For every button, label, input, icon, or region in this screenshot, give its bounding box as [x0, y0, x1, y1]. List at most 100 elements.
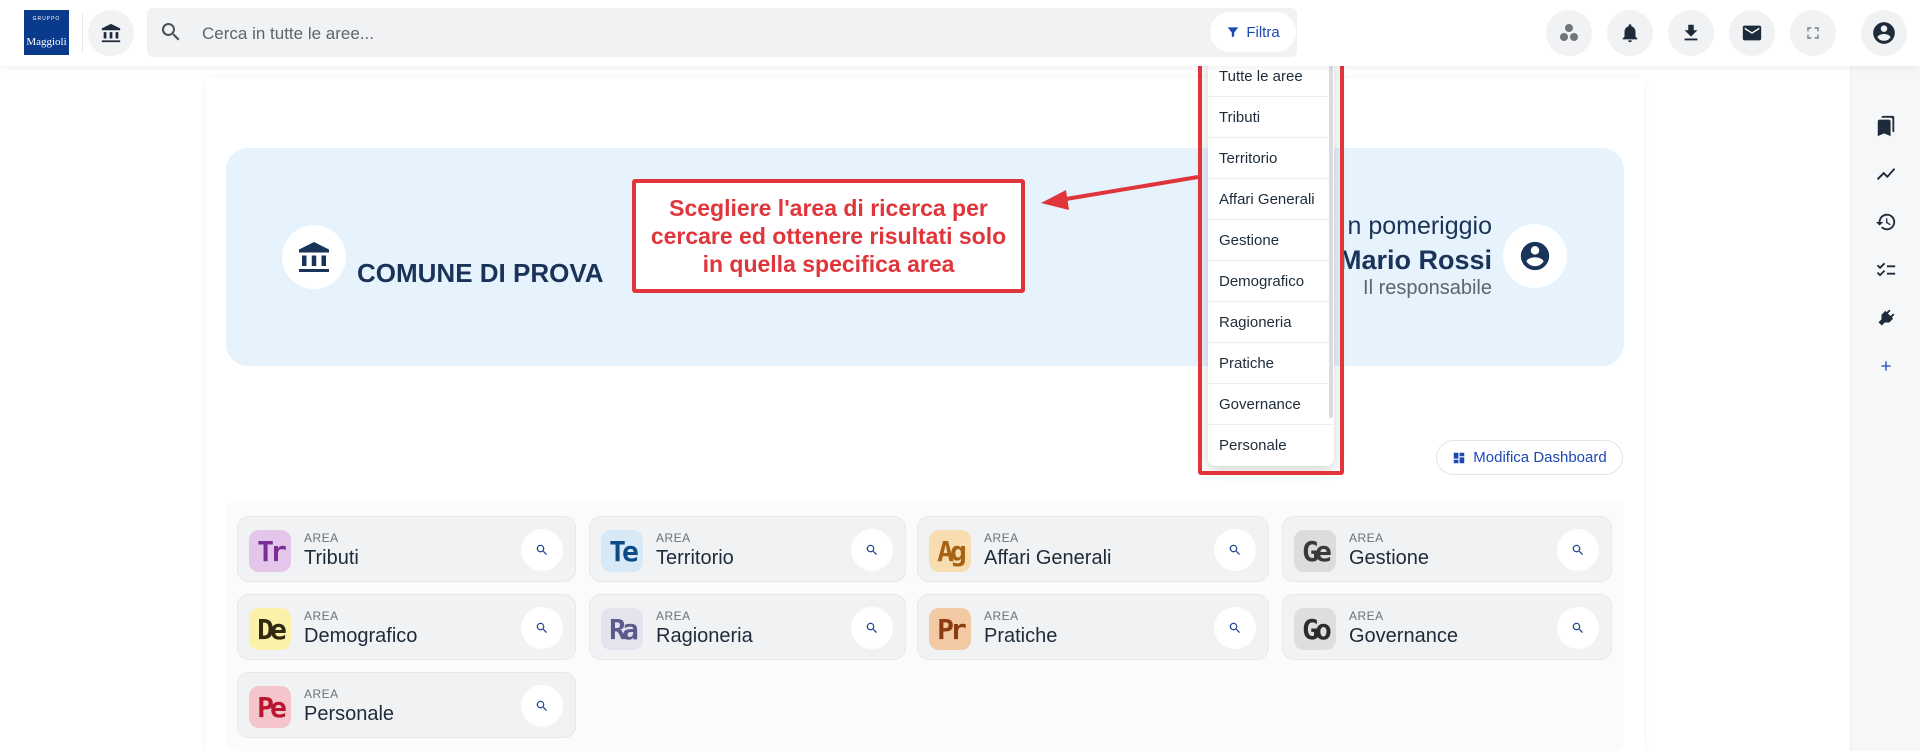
area-name: Affari Generali: [984, 547, 1112, 569]
area-badge: Tr: [249, 530, 291, 572]
mail-button[interactable]: [1729, 10, 1775, 56]
search-icon: [866, 622, 877, 633]
comune-name: COMUNE DI PROVA: [357, 258, 604, 288]
area-search-button[interactable]: [1214, 529, 1256, 571]
fullscreen-button[interactable]: [1790, 10, 1836, 56]
area-search-button[interactable]: [521, 685, 563, 727]
area-tile-pratiche[interactable]: Pr AREA Pratiche: [917, 594, 1269, 660]
user-role: Il responsabile: [1363, 277, 1492, 299]
area-badge: Pe: [249, 686, 291, 728]
annotation-line-2: cercare ed ottenere risultati solo: [650, 223, 1007, 249]
area-badge: De: [249, 608, 291, 650]
area-tile-gestione[interactable]: Ge AREA Gestione: [1282, 516, 1612, 582]
bookmarks-icon[interactable]: [1874, 114, 1898, 138]
apps-button[interactable]: [1546, 10, 1592, 56]
area-badge: Ge: [1294, 530, 1336, 572]
search-icon: [1572, 544, 1583, 555]
institution-button[interactable]: [88, 10, 134, 56]
add-icon[interactable]: [1874, 354, 1898, 378]
area-tile-governance[interactable]: Go AREA Governance: [1282, 594, 1612, 660]
annotation-highlight-box: [1198, 6, 1344, 475]
area-tile-demografico[interactable]: De AREA Demografico: [237, 594, 576, 660]
area-caption: AREA: [1349, 609, 1384, 623]
area-tile-ragioneria[interactable]: Ra AREA Ragioneria: [589, 594, 906, 660]
institution-icon: [101, 23, 121, 43]
area-caption: AREA: [304, 609, 339, 623]
logo-small-text: GRUPPO: [32, 16, 61, 22]
search-bar[interactable]: Cerca in tutte le aree...: [147, 8, 1297, 57]
area-tile-tributi[interactable]: Tr AREA Tributi: [237, 516, 576, 582]
logo-text: Maggioli: [26, 36, 67, 48]
area-caption: AREA: [304, 687, 339, 701]
annotation-line-3: in quella specifica area: [702, 251, 955, 277]
search-icon: [1229, 544, 1240, 555]
user-avatar[interactable]: [1503, 224, 1567, 288]
history-icon[interactable]: [1874, 210, 1898, 234]
search-input[interactable]: Cerca in tutte le aree...: [202, 24, 374, 44]
area-search-button[interactable]: [521, 607, 563, 649]
area-badge: Pr: [929, 608, 971, 650]
area-name: Pratiche: [984, 625, 1058, 647]
area-name: Governance: [1349, 625, 1458, 647]
area-caption: AREA: [656, 609, 691, 623]
area-search-button[interactable]: [1557, 529, 1599, 571]
search-icon: [536, 544, 547, 555]
bell-icon: [1622, 24, 1638, 43]
search-icon: [1572, 622, 1583, 633]
fullscreen-icon: [1807, 27, 1819, 39]
filter-button[interactable]: Filtra: [1210, 12, 1296, 52]
trending-icon[interactable]: [1874, 162, 1898, 186]
right-sidebar: [1850, 66, 1920, 751]
area-name: Demografico: [304, 625, 418, 647]
download-button[interactable]: [1668, 10, 1714, 56]
area-badge: Te: [601, 530, 643, 572]
area-tile-territorio[interactable]: Te AREA Territorio: [589, 516, 906, 582]
area-tile-affari-generali[interactable]: Ag AREA Affari Generali: [917, 516, 1269, 582]
area-search-button[interactable]: [1214, 607, 1256, 649]
top-bar: GRUPPO Maggioli Cerca in tutte le aree..…: [0, 0, 1920, 66]
divider: [82, 14, 83, 52]
area-badge: Ra: [601, 608, 643, 650]
area-caption: AREA: [656, 531, 691, 545]
edit-dashboard-button[interactable]: Modifica Dashboard: [1436, 440, 1623, 475]
edit-dashboard-label: Modifica Dashboard: [1473, 449, 1607, 466]
area-search-button[interactable]: [851, 529, 893, 571]
area-name: Personale: [304, 703, 395, 725]
area-search-button[interactable]: [1557, 607, 1599, 649]
notifications-button[interactable]: [1607, 10, 1653, 56]
mail-icon: [1742, 25, 1762, 41]
filter-label: Filtra: [1246, 23, 1280, 41]
area-caption: AREA: [1349, 531, 1384, 545]
area-name: Territorio: [656, 547, 734, 569]
comune-avatar: [282, 225, 346, 289]
area-name: Ragioneria: [656, 625, 753, 647]
account-icon: [1873, 22, 1895, 44]
search-icon: [536, 700, 547, 711]
area-tile-personale[interactable]: Pe AREA Personale: [237, 672, 576, 738]
area-search-button[interactable]: [851, 607, 893, 649]
annotation-line-1: Scegliere l'area di ricerca per: [669, 195, 988, 221]
search-icon: [1229, 622, 1240, 633]
download-icon: [1684, 24, 1698, 41]
search-icon: [866, 544, 877, 555]
area-name: Tributi: [304, 547, 359, 569]
annotation-callout: Scegliere l'area di ricerca per cercare …: [632, 179, 1025, 293]
account-button[interactable]: [1861, 10, 1907, 56]
user-name: Mario Rossi: [1338, 245, 1492, 275]
area-search-button[interactable]: [521, 529, 563, 571]
area-name: Gestione: [1349, 547, 1430, 569]
checklist-icon[interactable]: [1874, 258, 1898, 282]
greeting-text: n pomeriggio: [1347, 212, 1492, 240]
search-icon: [536, 622, 547, 633]
apps-icon: [1560, 24, 1578, 41]
plugin-icon[interactable]: [1874, 306, 1898, 330]
account-icon: [1520, 241, 1550, 271]
area-badge: Go: [1294, 608, 1336, 650]
area-badge: Ag: [929, 530, 971, 572]
maggioli-logo[interactable]: GRUPPO Maggioli: [24, 10, 69, 55]
filter-icon: [1228, 27, 1239, 38]
area-caption: AREA: [304, 531, 339, 545]
area-caption: AREA: [984, 609, 1019, 623]
area-caption: AREA: [984, 531, 1019, 545]
dashboard-icon: [1454, 452, 1465, 463]
